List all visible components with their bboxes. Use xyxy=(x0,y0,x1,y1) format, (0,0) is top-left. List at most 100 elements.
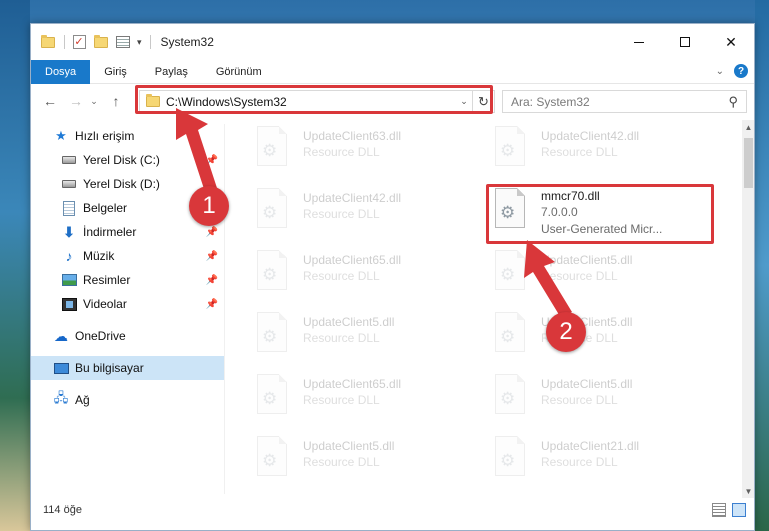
forward-arrow-icon[interactable]: → xyxy=(65,90,87,112)
sidebar-item-label: Resimler xyxy=(83,273,131,287)
dll-file-icon: ⚙ xyxy=(253,374,291,420)
sidebar-item-onedrive[interactable]: ☁ OneDrive xyxy=(31,324,224,348)
toolbar-divider xyxy=(64,35,65,49)
sidebar-item-this-pc[interactable]: Bu bilgisayar xyxy=(31,356,224,380)
file-description: Resource DLL xyxy=(541,455,618,469)
pin-icon[interactable]: 📌 xyxy=(206,227,218,238)
desktop-background-right xyxy=(755,0,769,531)
sidebar-item-label: Videolar xyxy=(83,297,127,311)
sidebar-item-label: OneDrive xyxy=(75,329,126,343)
file-item[interactable]: ⚙ UpdateClient5.dll Resource DLL xyxy=(245,430,475,486)
file-item[interactable]: ⚙ UpdateClient65.dll Resource DLL xyxy=(245,368,475,424)
help-icon[interactable]: ? xyxy=(734,64,748,78)
file-description: Resource DLL xyxy=(541,393,618,407)
up-arrow-icon[interactable]: ↑ xyxy=(105,90,127,112)
file-name: UpdateClient5.dll xyxy=(303,439,395,453)
scroll-up-arrow-icon[interactable]: ▲ xyxy=(742,120,754,134)
sidebar-item-pictures[interactable]: Resimler 📌 xyxy=(31,268,224,292)
back-arrow-icon[interactable]: ← xyxy=(39,90,61,112)
scroll-down-arrow-icon[interactable]: ▼ xyxy=(742,484,754,498)
file-description: Resource DLL xyxy=(303,455,380,469)
file-name: UpdateClient65.dll xyxy=(303,253,402,267)
pin-icon[interactable]: 📌 xyxy=(206,275,218,286)
annotation-callout-1: 1 xyxy=(189,186,229,226)
file-item[interactable]: ⚙ UpdateClient63.dll Resource DLL xyxy=(245,120,475,176)
sidebar-item-label: Yerel Disk (C:) xyxy=(83,153,160,167)
file-item[interactable]: ⚙ UpdateClient5.dll Resource DLL xyxy=(483,368,713,424)
navigation-pane: ★ Hızlı erişim Yerel Disk (C:) 📌 Yerel D… xyxy=(31,124,224,494)
annotation-callout-2: 2 xyxy=(546,312,586,352)
dll-file-icon: ⚙ xyxy=(491,312,529,358)
sidebar-item-quick-access[interactable]: ★ Hızlı erişim xyxy=(31,124,224,148)
tab-file[interactable]: Dosya xyxy=(31,59,91,84)
sidebar-item-videos[interactable]: Videolar 📌 xyxy=(31,292,224,316)
file-item[interactable]: ⚙ UpdateClient5.dllResource DLL xyxy=(483,306,713,362)
ribbon-right-controls: ⌄ ? xyxy=(716,64,748,78)
pin-icon[interactable]: 📌 xyxy=(206,299,218,310)
disk-icon xyxy=(61,176,77,192)
file-name: UpdateClient5.dll xyxy=(541,253,633,267)
sidebar-item-label: Belgeler xyxy=(83,201,128,215)
file-description: Resource DLL xyxy=(303,207,380,221)
properties-check-icon[interactable]: ✓ xyxy=(71,34,87,50)
file-description: Resource DLL xyxy=(303,145,380,159)
computer-icon xyxy=(53,360,69,376)
network-icon: 🖧 xyxy=(53,390,69,405)
file-item[interactable]: ⚙ UpdateClient65.dll Resource DLL xyxy=(245,244,475,300)
close-button[interactable]: ✕ xyxy=(708,24,754,60)
scroll-thumb[interactable] xyxy=(744,138,753,188)
details-view-icon[interactable] xyxy=(712,503,726,517)
sidebar-item-local-disk-c[interactable]: Yerel Disk (C:) 📌 xyxy=(31,148,224,172)
sidebar-item-label: Müzik xyxy=(83,249,115,263)
file-description: Resource DLL xyxy=(541,269,618,283)
recent-locations-chevron-icon[interactable]: ⌄ xyxy=(87,90,101,112)
expand-ribbon-chevron-icon[interactable]: ⌄ xyxy=(716,66,724,77)
customize-toolbar-chevron-icon[interactable]: ▾ xyxy=(137,37,142,48)
file-name: UpdateClient5.dll xyxy=(541,377,633,391)
tab-view[interactable]: Görünüm xyxy=(202,60,276,84)
disk-icon xyxy=(61,152,77,168)
file-item[interactable]: ⚙ UpdateClient5.dll Resource DLL xyxy=(483,244,713,300)
sidebar-item-music[interactable]: ♪ Müzik 📌 xyxy=(31,244,224,268)
dll-file-icon: ⚙ xyxy=(253,436,291,482)
folder-icon xyxy=(40,34,56,50)
search-icon[interactable]: ⚲ xyxy=(728,94,738,110)
minimize-button[interactable] xyxy=(616,24,662,60)
tiles-view-icon[interactable] xyxy=(732,503,746,517)
maximize-button[interactable] xyxy=(662,24,708,60)
view-toggles xyxy=(706,503,746,517)
download-icon: ⬇ xyxy=(63,223,75,240)
sidebar-item-downloads[interactable]: ⬇ İndirmeler 📌 xyxy=(31,220,224,244)
star-icon: ★ xyxy=(55,128,67,143)
window-controls: ✕ xyxy=(616,24,754,60)
file-item[interactable]: ⚙ UpdateClient5.dllResource DLL xyxy=(245,306,475,362)
pin-icon[interactable]: 📌 xyxy=(206,251,218,262)
ribbon-tabs: Dosya Giriş Paylaş Görünüm ⌄ ? xyxy=(31,59,754,84)
sidebar-item-label: Bu bilgisayar xyxy=(75,361,144,375)
search-input[interactable]: Ara: System32 ⚲ xyxy=(502,90,747,113)
file-item[interactable]: ⚙ UpdateClient42.dll Resource DLL xyxy=(483,120,713,176)
item-count: 114 öğe xyxy=(43,504,82,516)
quick-access-toolbar: ✓ ▾ System32 xyxy=(31,24,214,60)
status-bar: 114 öğe xyxy=(31,498,754,522)
file-list: ⚙ UpdateClient63.dll Resource DLL ⚙ Updat… xyxy=(225,120,741,498)
vertical-scrollbar[interactable]: ▲ ▼ xyxy=(742,120,754,498)
dll-file-icon: ⚙ xyxy=(491,374,529,420)
tab-home[interactable]: Giriş xyxy=(90,60,141,84)
new-folder-icon[interactable] xyxy=(93,34,109,50)
sidebar-item-label: İndirmeler xyxy=(83,225,137,239)
file-item[interactable]: ⚙ UpdateClient42.dll Resource DLL xyxy=(245,182,475,238)
file-item[interactable]: ⚙ UpdateClient21.dll Resource DLL xyxy=(483,430,713,486)
file-description: Resource DLL xyxy=(303,393,380,407)
properties-icon[interactable] xyxy=(115,34,131,50)
sidebar-item-label: Ağ xyxy=(75,393,90,407)
dll-file-icon: ⚙ xyxy=(253,188,291,234)
window-title: System32 xyxy=(160,35,214,49)
file-name: UpdateClient42.dll xyxy=(541,129,640,143)
tab-share[interactable]: Paylaş xyxy=(141,60,202,84)
sidebar-item-network[interactable]: 🖧 Ağ xyxy=(31,388,224,412)
file-description: Resource DLL xyxy=(541,145,618,159)
dll-file-icon: ⚙ xyxy=(491,250,529,296)
dll-file-icon: ⚙ xyxy=(253,250,291,296)
pin-icon[interactable]: 📌 xyxy=(206,155,218,166)
